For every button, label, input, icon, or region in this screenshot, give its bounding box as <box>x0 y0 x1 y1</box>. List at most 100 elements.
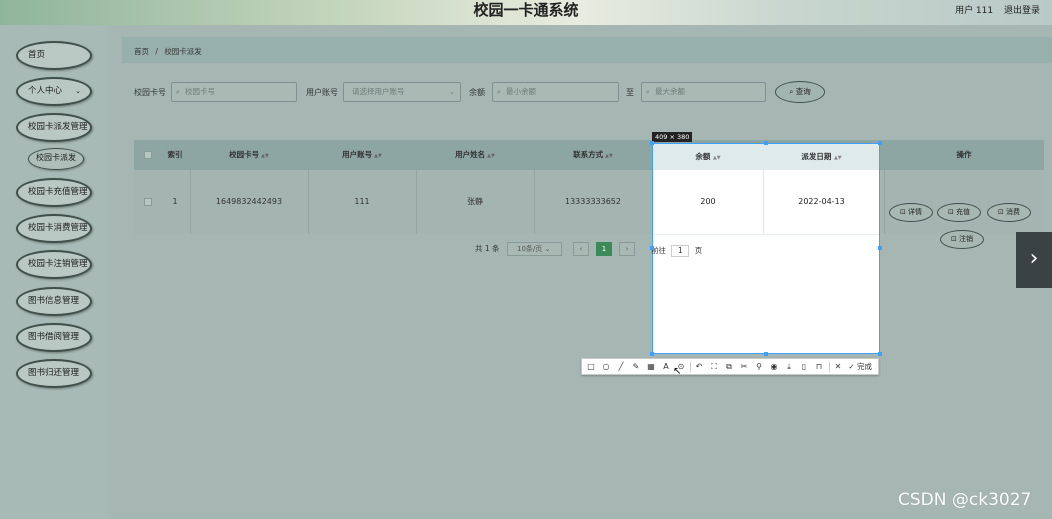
cell-name: 张静 <box>467 197 483 206</box>
col-account[interactable]: 用户账号 ▲▼ <box>308 140 416 170</box>
col-issue-date[interactable]: 派发日期 ▲▼ <box>764 144 879 170</box>
resize-handle[interactable] <box>878 352 882 356</box>
user-name: 用户 111 <box>955 6 994 16</box>
done-button[interactable]: ✓ 完成 <box>848 361 872 373</box>
resize-handle[interactable] <box>650 246 654 250</box>
recharge-button[interactable]: ⊡ 充值 <box>937 203 981 222</box>
cell-card-number: 1649832442493 <box>215 197 283 206</box>
page-size-select[interactable]: 10条/页 ⌄ <box>507 242 562 256</box>
pin-icon[interactable]: ⚲ <box>753 361 765 373</box>
phone-icon[interactable]: ▯ <box>798 361 810 373</box>
cell-balance: 200 <box>700 197 716 206</box>
sort-icon: ▲▼ <box>261 153 269 159</box>
sidebar-item-book-info[interactable]: 图书信息管理 <box>16 287 92 316</box>
close-icon[interactable]: ✕ <box>832 361 844 373</box>
account-select[interactable]: 请选择用户账号 ⌄ <box>343 82 461 102</box>
user-info: 用户 111 退出登录 <box>947 3 1040 16</box>
search-icon: ⌕ <box>789 87 794 96</box>
pin-image-icon[interactable]: ✂ <box>738 361 750 373</box>
max-balance-input[interactable]: ⌕ 最大余额 <box>641 82 766 102</box>
search-icon: ⌕ <box>176 88 180 96</box>
sort-icon: ▲▼ <box>605 153 613 159</box>
search-icon: ⌕ <box>497 88 501 96</box>
col-index: 索引 <box>167 150 183 159</box>
account-label: 用户账号 <box>306 88 338 97</box>
rect-icon[interactable]: □ <box>585 361 597 373</box>
search-icon: ⌕ <box>646 88 650 96</box>
mosaic-icon[interactable]: ▦ <box>645 361 657 373</box>
sidebar-item-personal-center[interactable]: 个人中心 ⌄ <box>16 77 92 106</box>
next-slide-button[interactable]: › <box>1016 232 1052 288</box>
search-button[interactable]: ⌕ 查询 <box>775 81 825 103</box>
screenshot-toolbar: □ ○ ╱ ✎ ▦ A ⊙ ↶ ⛶ ⧉ ✂ ⚲ ◉ ⤓ ▯ ⊓ ✕ ✓ 完成 <box>581 358 879 375</box>
goto-page-input[interactable]: 1 <box>671 245 690 257</box>
resize-handle[interactable] <box>764 352 768 356</box>
range-to-label: 至 <box>626 88 634 97</box>
resize-handle[interactable] <box>878 141 882 145</box>
screenshot-selection[interactable]: 余额 ▲▼ 派发日期 ▲▼ 200 2022-04-13 前往 1 页 <box>651 143 880 354</box>
breadcrumb-separator: / <box>155 47 158 56</box>
breadcrumb-home[interactable]: 首页 <box>134 47 149 56</box>
chevron-down-icon: ⌄ <box>75 87 81 95</box>
breadcrumb: 首页 / 校园卡派发 <box>122 37 1052 63</box>
breadcrumb-current: 校园卡派发 <box>164 47 202 56</box>
watermark: CSDN @ck3027 <box>898 490 1032 510</box>
sidebar-item-home[interactable]: 首页 <box>16 41 92 70</box>
bookmark-icon[interactable]: ⊓ <box>813 361 825 373</box>
table-header: 索引 校园卡号 ▲▼ 用户账号 ▲▼ 用户姓名 ▲▼ 联系方式 ▲▼ 操作 <box>134 140 1044 170</box>
chevron-down-icon: ⌄ <box>449 88 455 96</box>
detail-button[interactable]: ⊡ 详情 <box>889 203 933 222</box>
sidebar-item-book-return[interactable]: 图书归还管理 <box>16 359 92 388</box>
sidebar-item-cancel-mgmt[interactable]: 校园卡注销管理 <box>16 250 92 279</box>
translate-icon[interactable]: ⛶ <box>708 361 720 373</box>
sidebar: 首页 个人中心 ⌄ 校园卡派发管理 校园卡派发 校园卡充值管理 校园卡消费管理 校… <box>0 25 110 519</box>
balance-label: 余额 <box>469 88 485 97</box>
site-title: 校园一卡通系统 <box>473 1 579 19</box>
col-name[interactable]: 用户姓名 ▲▼ <box>416 140 534 170</box>
cancel-card-button[interactable]: ⊡ 注销 <box>940 230 984 249</box>
cell-account: 111 <box>354 197 370 206</box>
logout-link[interactable]: 退出登录 <box>1004 6 1040 16</box>
sort-icon: ▲▼ <box>833 155 842 161</box>
undo-icon[interactable]: ↶ <box>693 361 705 373</box>
record-icon[interactable]: ◉ <box>768 361 780 373</box>
col-card-number[interactable]: 校园卡号 ▲▼ <box>190 140 308 170</box>
resize-handle[interactable] <box>650 141 654 145</box>
resize-handle[interactable] <box>878 246 882 250</box>
sort-icon: ▲▼ <box>374 153 382 159</box>
pagination-total: 共 1 条 <box>475 244 500 253</box>
download-icon[interactable]: ⤓ <box>783 361 795 373</box>
sidebar-item-card-issue-mgmt[interactable]: 校园卡派发管理 <box>16 113 92 142</box>
prev-page-button[interactable]: ‹ <box>573 242 589 256</box>
row-checkbox[interactable] <box>144 198 152 206</box>
cell-issue-date: 2022-04-13 <box>798 197 845 206</box>
consume-button[interactable]: ⊡ 消费 <box>987 203 1031 222</box>
top-header: 校园一卡通系统 用户 111 退出登录 <box>0 0 1052 25</box>
col-actions: 操作 <box>956 150 972 159</box>
sidebar-item-recharge-mgmt[interactable]: 校园卡充值管理 <box>16 178 92 207</box>
sort-icon: ▲▼ <box>487 153 495 159</box>
card-number-input[interactable]: ⌕ 校园卡号 <box>171 82 297 102</box>
col-balance[interactable]: 余额 ▲▼ <box>653 144 763 170</box>
page-1-button[interactable]: 1 <box>596 242 612 256</box>
sidebar-item-book-borrow[interactable]: 图书借阅管理 <box>16 323 92 352</box>
copy-text-icon[interactable]: ⧉ <box>723 361 735 373</box>
pen-icon[interactable]: ✎ <box>630 361 642 373</box>
sidebar-item-consume-mgmt[interactable]: 校园卡消费管理 <box>16 214 92 243</box>
circle-icon[interactable]: ○ <box>600 361 612 373</box>
text-icon[interactable]: A <box>660 361 672 373</box>
select-all-checkbox[interactable] <box>144 151 152 159</box>
resize-handle[interactable] <box>650 352 654 356</box>
line-icon[interactable]: ╱ <box>615 361 627 373</box>
resize-handle[interactable] <box>764 141 768 145</box>
next-page-button[interactable]: › <box>619 242 635 256</box>
col-phone[interactable]: 联系方式 ▲▼ <box>534 140 652 170</box>
main-content: 首页 / 校园卡派发 校园卡号 ⌕ 校园卡号 用户账号 请选择用户账号 ⌄ 余额 ⌕… <box>110 25 1052 519</box>
selection-size-label: 409 × 380 <box>652 132 693 142</box>
mouse-cursor-icon: ↖ <box>673 366 682 377</box>
goto-page: 前往 1 页 <box>651 245 703 257</box>
min-balance-input[interactable]: ⌕ 最小余额 <box>492 82 619 102</box>
check-icon: ✓ <box>848 362 855 371</box>
sort-icon: ▲▼ <box>712 155 721 161</box>
sidebar-item-card-issue[interactable]: 校园卡派发 <box>28 148 84 170</box>
